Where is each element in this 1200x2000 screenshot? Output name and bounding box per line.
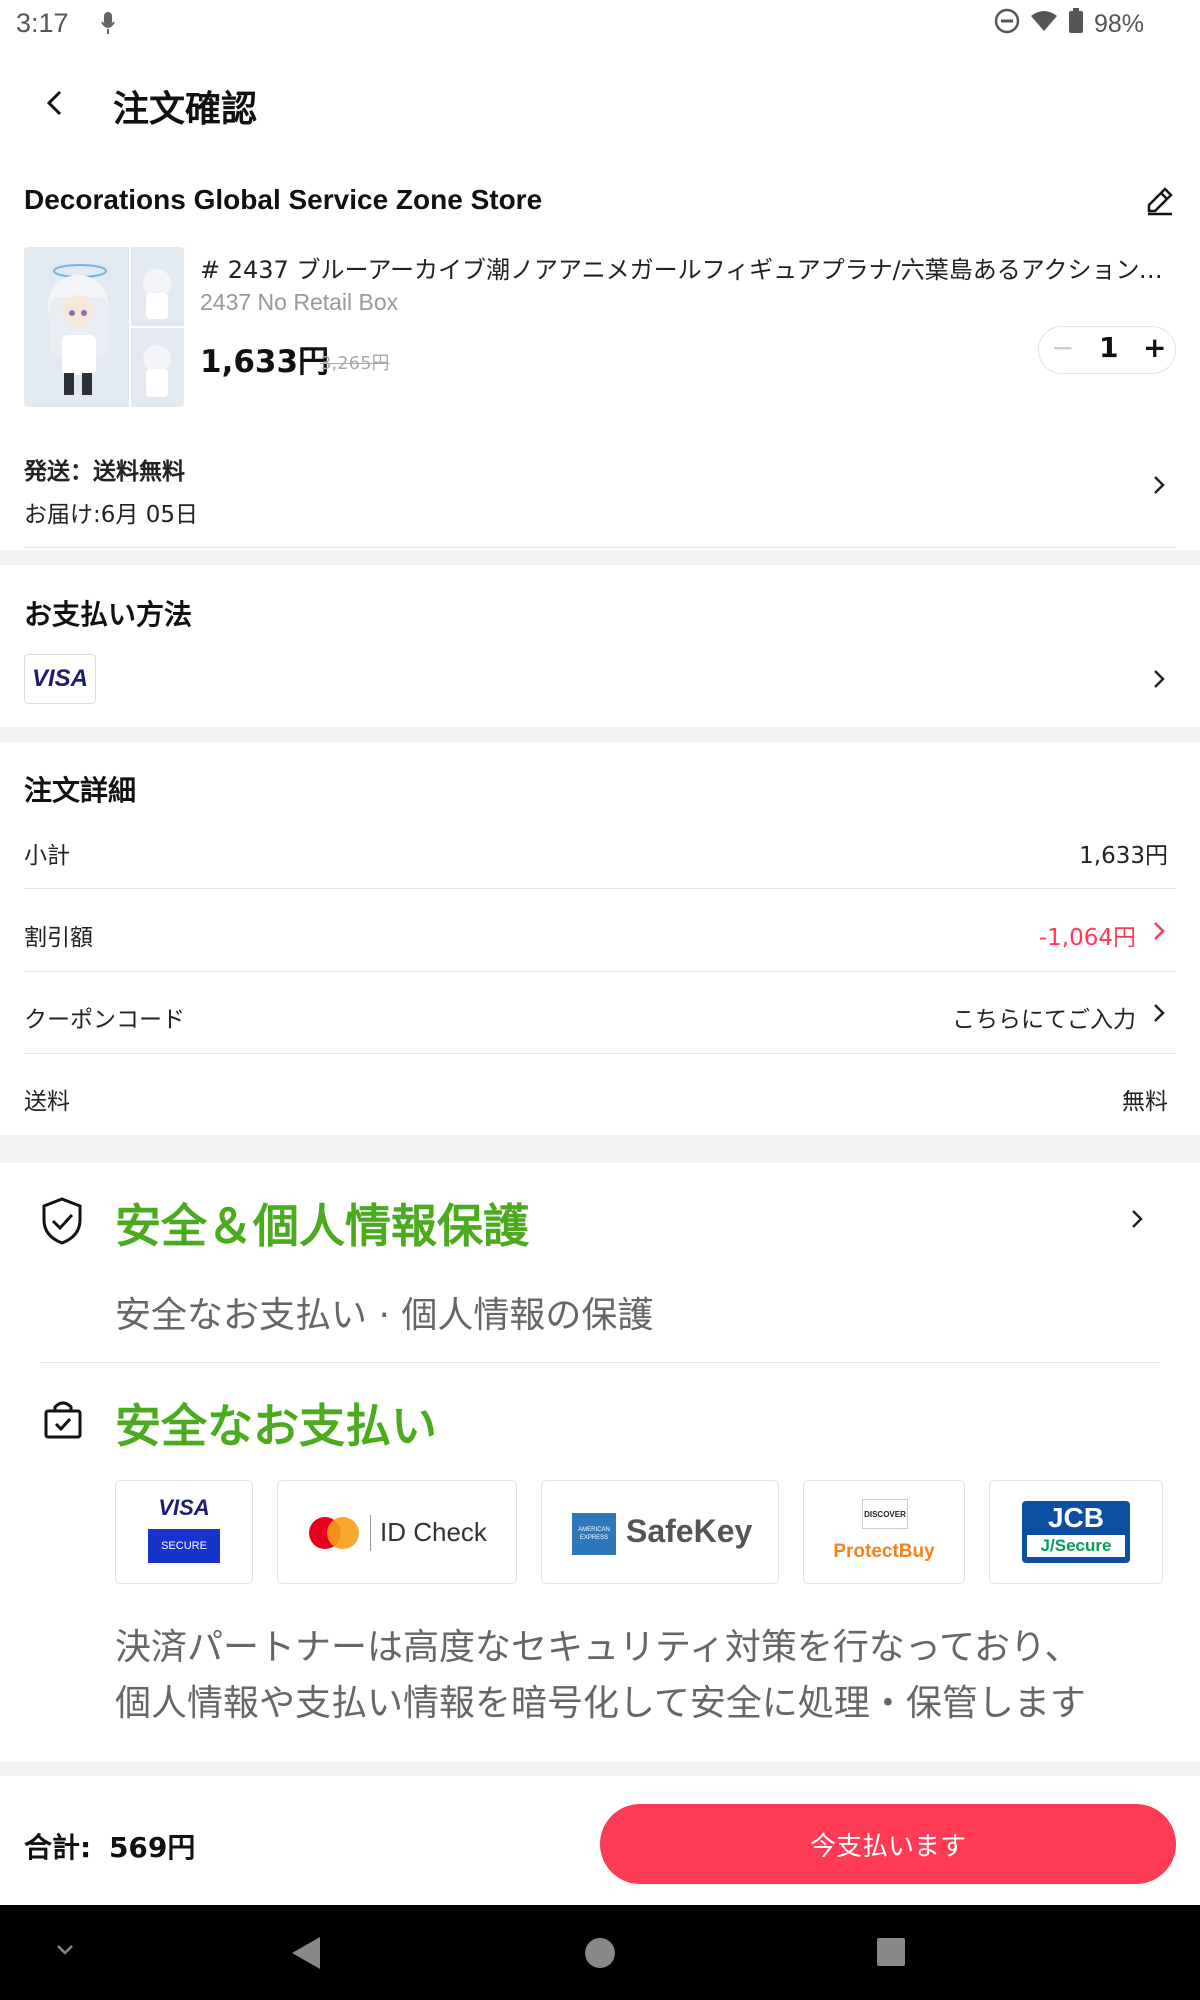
- do-not-disturb-icon: [994, 8, 1020, 41]
- divider: [24, 888, 1176, 889]
- product-thumbnail[interactable]: [24, 247, 184, 407]
- visa-secure-bottom: SECURE: [148, 1529, 220, 1563]
- secure-payment-title: 安全なお支払い: [115, 1399, 437, 1453]
- security-description-line2: 個人情報や支払い情報を暗号化して安全に処理・保管します: [115, 1683, 1086, 1724]
- payment-method-title: お支払い方法: [24, 598, 193, 631]
- secure-bag-icon: [42, 1398, 84, 1444]
- logo-divider: [370, 1515, 371, 1551]
- total-value: 569円: [108, 1831, 196, 1864]
- page-title: 注文確認: [113, 89, 258, 130]
- product-title[interactable]: # 2437 ブルーアーカイブ潮ノアアニメガールフィギュアプラナ/六葉島あるアク…: [200, 250, 1165, 285]
- status-time: 3:17: [16, 8, 69, 38]
- nav-home-icon[interactable]: [584, 1937, 616, 1973]
- product-original-price: 3,265円: [320, 353, 390, 374]
- coupon-chevron-right-icon[interactable]: [1152, 1002, 1166, 1028]
- jcb-top-text: JCB: [1047, 1502, 1104, 1533]
- shipping-method: 発送：送料無料: [24, 459, 185, 485]
- mastercard-idcheck-logo: ID Check: [277, 1480, 517, 1584]
- section-gap: [0, 727, 1200, 742]
- battery-percent: 98%: [1093, 10, 1144, 38]
- subtotal-label: 小計: [24, 843, 70, 869]
- amex-safekey-text: SafeKey: [626, 1513, 753, 1549]
- shield-check-icon: [40, 1196, 84, 1250]
- section-gap: [0, 1762, 1200, 1776]
- nav-back-icon[interactable]: [288, 1935, 322, 1975]
- divider: [24, 971, 1176, 972]
- increase-button[interactable]: +: [1143, 331, 1166, 364]
- security-subtitle: 安全なお支払い · 個人情報の保護: [115, 1295, 654, 1336]
- section-gap: [0, 1135, 1200, 1163]
- decrease-button[interactable]: −: [1051, 331, 1074, 364]
- battery-icon: [1068, 8, 1084, 41]
- store-name[interactable]: Decorations Global Service Zone Store: [24, 184, 542, 216]
- visa-secure-logo: VISA SECURE: [115, 1480, 253, 1584]
- discover-badge-text: DISCOVER: [864, 1509, 906, 1519]
- visa-card-label: VISA: [31, 665, 88, 692]
- delivery-date: お届け:6月 05日: [24, 502, 198, 528]
- order-total: 合計: 569円: [24, 1826, 195, 1866]
- nav-recents-icon[interactable]: [876, 1937, 906, 1971]
- security-chevron-right-icon[interactable]: [1130, 1208, 1144, 1234]
- discount-label: 割引額: [24, 925, 93, 951]
- shipping-fee-value: 無料: [1122, 1089, 1168, 1115]
- mic-icon: [100, 10, 116, 40]
- discover-badge: DISCOVER: [862, 1499, 908, 1529]
- section-gap: [0, 550, 1200, 565]
- visa-secure-top: VISA: [158, 1495, 210, 1520]
- divider: [24, 1053, 1176, 1054]
- discover-protectbuy-logo: DISCOVER ProtectBuy: [803, 1480, 965, 1584]
- mastercard-idcheck-text: ID Check: [380, 1517, 487, 1547]
- visa-card-icon[interactable]: VISA: [24, 654, 96, 704]
- security-description-line1: 決済パートナーは高度なセキュリティ対策を行なっており、: [115, 1627, 1081, 1668]
- coupon-label: クーポンコード: [24, 1007, 185, 1033]
- jcb-bottom-text: J/Secure: [1027, 1535, 1125, 1557]
- subtotal-value: 1,633円: [1079, 843, 1168, 869]
- amex-safekey-logo: AMERICAN EXPRESS SafeKey: [541, 1480, 779, 1584]
- order-details-title: 注文詳細: [24, 774, 137, 807]
- jcb-jsecure-logo: JCB J/Secure: [989, 1480, 1163, 1584]
- shipping-fee-label: 送料: [24, 1089, 70, 1115]
- amex-badge-text: AMERICAN EXPRESS: [578, 1527, 610, 1541]
- divider: [40, 1362, 1160, 1363]
- quantity-stepper: − 1 +: [1038, 326, 1176, 374]
- status-bar: 3:17 98%: [0, 0, 1200, 50]
- divider: [24, 547, 1176, 548]
- system-navigation-bar: [0, 1905, 1200, 2000]
- jcb-badge: JCB J/Secure: [1022, 1501, 1130, 1563]
- keyboard-hide-icon[interactable]: [56, 1941, 74, 1960]
- coupon-input-link[interactable]: こちらにてご入力: [952, 1000, 1136, 1034]
- product-variant: 2437 No Retail Box: [200, 289, 399, 315]
- edit-icon[interactable]: [1144, 184, 1176, 220]
- discount-chevron-right-icon[interactable]: [1152, 920, 1166, 946]
- pay-now-button[interactable]: 今支払います: [600, 1804, 1176, 1884]
- product-price: 1,633円: [200, 344, 330, 380]
- top-app-bar: 注文確認: [0, 60, 1200, 150]
- payment-chevron-right-icon[interactable]: [1152, 668, 1166, 694]
- back-icon[interactable]: [40, 88, 70, 122]
- shipping-chevron-right-icon[interactable]: [1152, 474, 1166, 500]
- mastercard-circles-icon: [309, 1517, 359, 1549]
- amex-badge: AMERICAN EXPRESS: [572, 1513, 616, 1555]
- total-label: 合計:: [24, 1831, 92, 1864]
- security-title[interactable]: 安全＆個人情報保護: [115, 1190, 529, 1256]
- discount-value[interactable]: -1,064円: [1039, 918, 1136, 952]
- wifi-icon: [1030, 9, 1058, 40]
- discover-protectbuy-text: ProtectBuy: [833, 1541, 935, 1562]
- quantity-value[interactable]: 1: [1099, 331, 1118, 364]
